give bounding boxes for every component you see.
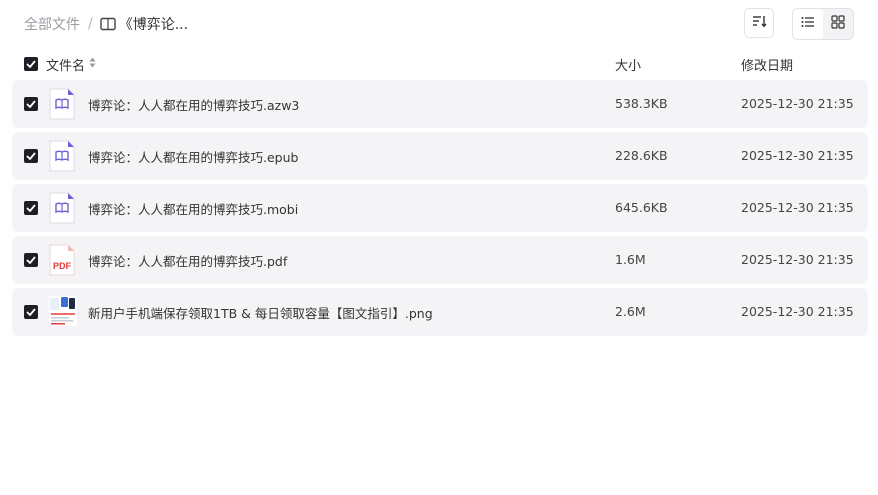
date-column-header[interactable]: 修改日期 [741,55,793,74]
name-header-label: 文件名 [46,59,86,74]
file-date: 2025-12-30 21:35 [741,148,854,163]
ebook-icon [49,88,75,120]
breadcrumb-current: 《博弈论... [118,17,189,33]
row-checkbox[interactable] [24,149,38,163]
list-view-button[interactable] [793,9,823,39]
table-row[interactable]: 新用户手机端保存领取1TB & 每日领取容量【图文指引】.png 2.6M 20… [12,288,868,336]
file-size: 538.3KB [615,96,668,111]
file-list: 博弈论：人人都在用的博弈技巧.azw3 538.3KB 2025-12-30 2… [12,80,868,340]
file-date: 2025-12-30 21:35 [741,252,854,267]
image-thumbnail [49,296,77,328]
file-date: 2025-12-30 21:35 [741,304,854,319]
file-name[interactable]: 博弈论：人人都在用的博弈技巧.azw3 [88,95,299,114]
ebook-icon [49,192,75,224]
image-thumbnail-preview [49,296,77,326]
file-name[interactable]: 新用户手机端保存领取1TB & 每日领取容量【图文指引】.png [88,303,433,322]
file-name[interactable]: 博弈论：人人都在用的博弈技巧.pdf [88,251,287,270]
file-name[interactable]: 博弈论：人人都在用的博弈技巧.epub [88,147,298,166]
list-view-icon [801,16,815,32]
ebook-icon [49,140,75,172]
grid-view-icon [831,15,845,33]
row-checkbox[interactable] [24,201,38,215]
table-row[interactable]: 博弈论：人人都在用的博弈技巧.epub 228.6KB 2025-12-30 2… [12,132,868,180]
file-size: 1.6M [615,252,646,267]
select-all-checkbox[interactable] [24,57,38,71]
top-bar: 全部文件 / 《博弈论... [0,0,878,48]
check-icon [26,201,36,216]
breadcrumb-root[interactable]: 全部文件 [24,14,80,34]
check-icon [26,97,36,112]
pdf-icon-label: PDF [53,261,72,271]
check-icon [26,149,36,164]
pdf-icon: PDF [49,244,75,276]
table-row[interactable]: 博弈论：人人都在用的博弈技巧.azw3 538.3KB 2025-12-30 2… [12,80,868,128]
file-date: 2025-12-30 21:35 [741,96,854,111]
row-checkbox[interactable] [24,97,38,111]
breadcrumb: 全部文件 / 《博弈论... [24,14,188,34]
table-row[interactable]: PDF 博弈论：人人都在用的博弈技巧.pdf 1.6M 2025-12-30 2… [12,236,868,284]
file-size: 2.6M [615,304,646,319]
check-icon [26,253,36,268]
table-header: 文件名 大小 修改日期 [12,50,868,78]
sort-toggle-icon [89,57,96,72]
size-column-header[interactable]: 大小 [615,55,641,74]
table-row[interactable]: 博弈论：人人都在用的博弈技巧.mobi 645.6KB 2025-12-30 2… [12,184,868,232]
breadcrumb-separator: / [88,16,93,32]
check-icon [26,305,36,320]
name-column-header[interactable]: 文件名 [46,55,96,74]
file-size: 645.6KB [615,200,668,215]
sort-button[interactable] [744,8,774,38]
book-icon [100,17,116,31]
file-name[interactable]: 博弈论：人人都在用的博弈技巧.mobi [88,199,298,218]
row-checkbox[interactable] [24,253,38,267]
check-icon [26,57,36,72]
grid-view-button[interactable] [823,9,853,39]
view-toggle [792,8,854,40]
file-date: 2025-12-30 21:35 [741,200,854,215]
sort-desc-icon [751,14,767,32]
row-checkbox[interactable] [24,305,38,319]
file-size: 228.6KB [615,148,668,163]
